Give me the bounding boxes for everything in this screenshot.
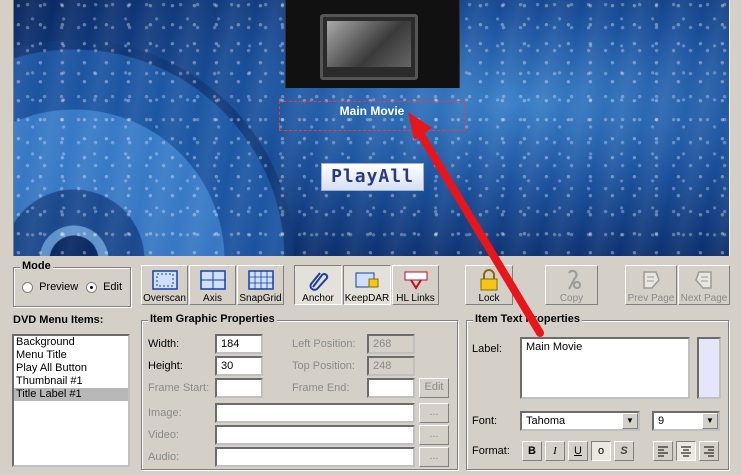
frame-end-label: Frame End: [292,382,350,394]
frame-start-label: Frame Start: [148,382,210,394]
list-item-selected[interactable]: Title Label #1 [14,388,128,401]
align-left-icon [658,446,668,457]
menu-items-list[interactable]: Background Menu Title Play All Button Th… [12,334,130,467]
width-label: Width: [148,338,180,350]
hllinks-icon [404,271,427,290]
mode-group-title: Mode [20,260,53,272]
lock-icon [480,269,498,291]
prev-page-button[interactable]: Prev Page [625,265,677,305]
keepdar-button[interactable]: KeepDAR [343,265,391,305]
copy-button[interactable]: Copy [545,265,598,305]
snapgrid-icon [247,270,274,290]
height-input[interactable]: 30 [215,356,263,376]
top-position-input[interactable]: 248 [367,356,415,376]
font-select[interactable]: Tahoma ▼ [520,411,640,431]
next-page-icon [695,271,712,289]
video-label: Video: [148,429,179,441]
tv-image [320,14,418,80]
mode-edit-option[interactable]: Edit [86,281,122,293]
align-center-button[interactable] [676,441,696,461]
next-page-label: Next Page [680,293,728,304]
preview-radio-label: Preview [39,281,79,293]
left-position-label: Left Position: [292,338,356,350]
title-label-1[interactable]: Main Movie [279,101,465,131]
align-right-icon [704,446,714,457]
list-item[interactable]: Play All Button [14,362,128,375]
edit-button[interactable]: Edit [419,378,449,398]
format-label: Format: [472,445,510,457]
left-position-input[interactable]: 268 [367,334,415,354]
anchor-button[interactable]: Anchor [294,265,342,305]
hllinks-button[interactable]: HL Links [392,265,439,305]
axis-icon [199,270,226,290]
overscan-icon [151,270,178,290]
edit-radio[interactable] [86,281,97,293]
list-item[interactable]: Background [14,336,128,349]
keepdar-label: KeepDAR [344,293,390,304]
snapgrid-button[interactable]: SnapGrid [237,265,284,305]
top-position-label: Top Position: [292,360,355,372]
audio-browse-button[interactable]: ... [419,447,449,467]
width-input[interactable]: 184 [215,334,263,354]
image-browse-button[interactable]: ... [419,403,449,423]
list-item[interactable]: Thumbnail #1 [14,375,128,388]
next-page-button[interactable]: Next Page [678,265,730,305]
mode-preview-option[interactable]: Preview [22,281,78,293]
copy-icon [567,269,581,290]
align-right-button[interactable] [699,441,719,461]
mode-group: Mode Preview Edit [13,260,131,307]
frame-end-input[interactable] [367,378,415,398]
outline-button[interactable]: o [591,441,611,461]
prev-page-icon [643,271,660,289]
text-color-swatch[interactable] [697,337,721,399]
chevron-down-icon[interactable]: ▼ [622,413,638,429]
prev-page-label: Prev Page [627,293,675,304]
graphic-properties-title: Item Graphic Properties [148,313,277,325]
anchor-label: Anchor [302,293,334,304]
axis-label: Axis [203,293,222,304]
audio-input[interactable] [215,447,415,467]
audio-label: Audio: [148,451,180,463]
menu-items-title: DVD Menu Items: [13,314,104,326]
thumbnail-1[interactable] [285,0,460,88]
image-label: Image: [148,407,182,419]
paperclip-icon [309,272,329,291]
lock-label: Lock [478,293,500,304]
video-browse-button[interactable]: ... [419,425,449,445]
play-all-button[interactable]: PlayAll [321,163,424,191]
font-size-value: 9 [658,415,665,427]
snapgrid-label: SnapGrid [239,293,282,304]
font-select-value: Tahoma [526,415,566,427]
frame-start-input[interactable] [215,378,263,398]
video-input[interactable] [215,425,415,445]
text-properties-title: Item Text Properties [473,313,582,325]
preview-radio[interactable] [22,281,33,293]
keepdar-icon [355,272,379,288]
label-label: Label: [472,343,502,355]
menu-preview-canvas[interactable]: Main Movie PlayAll [13,0,730,256]
lock-button[interactable]: Lock [465,265,513,305]
image-input[interactable] [215,403,415,423]
chevron-down-icon[interactable]: ▼ [702,413,718,429]
label-textarea[interactable]: Main Movie [520,337,690,399]
bold-button[interactable]: B [522,441,542,461]
font-label: Font: [472,415,498,427]
underline-button[interactable]: U [568,441,588,461]
align-left-button[interactable] [653,441,673,461]
font-size-select[interactable]: 9 ▼ [652,411,720,431]
overscan-label: Overscan [143,293,186,304]
height-label: Height: [148,360,183,372]
axis-button[interactable]: Axis [189,265,236,305]
edit-radio-label: Edit [103,281,123,293]
list-item[interactable]: Menu Title [14,349,128,362]
hllinks-label: HL Links [396,293,435,304]
copy-label: Copy [559,293,584,304]
overscan-button[interactable]: Overscan [141,265,188,305]
shadow-button[interactable]: S [614,441,634,461]
italic-button[interactable]: I [545,441,565,461]
align-center-icon [681,446,691,457]
